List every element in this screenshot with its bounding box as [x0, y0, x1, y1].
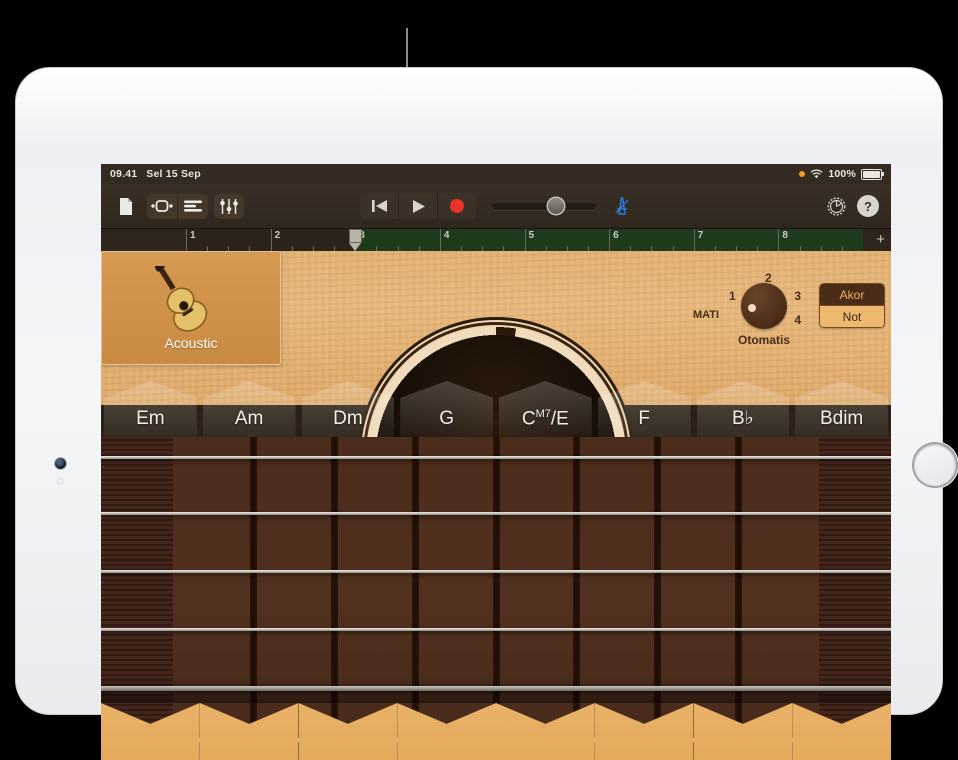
chord-button-dm[interactable]: Dm: [299, 381, 398, 437]
loop-browser-button[interactable]: [147, 194, 177, 219]
autoplay-knob[interactable]: [741, 283, 787, 329]
chord-label: Em: [136, 408, 165, 430]
chord-label: Am: [235, 408, 264, 430]
view-toggle-group: [147, 194, 208, 219]
app-screen: 09.41 Sel 15 Sep 100%: [101, 164, 891, 760]
gear-icon[interactable]: [826, 196, 847, 217]
autoplay-caption: Otomatis: [738, 333, 790, 347]
chord-label: Bdim: [820, 408, 863, 430]
microphone-in-use-indicator-icon: [799, 171, 805, 177]
chord-label: Dm: [333, 408, 363, 430]
loop-browser-icon: [151, 199, 173, 213]
guitar-string-4[interactable]: [101, 628, 891, 631]
chord-label: B♭: [732, 407, 754, 430]
fx-sliders-icon: [219, 198, 239, 215]
chord-button-b[interactable]: B♭: [694, 381, 793, 437]
timeline-ruler[interactable]: 12345678 +: [101, 229, 891, 251]
chord-column-bottom: [694, 703, 793, 760]
rewind-button[interactable]: [360, 193, 398, 219]
play-button[interactable]: [398, 193, 437, 219]
document-icon: [118, 197, 134, 216]
add-section-button[interactable]: +: [876, 232, 885, 247]
acoustic-guitar-icon: [155, 266, 227, 332]
autoplay-position-4[interactable]: 4: [794, 313, 801, 327]
play-icon: [411, 199, 426, 214]
chord-area-bottom-edge: [101, 703, 891, 760]
status-bar: 09.41 Sel 15 Sep 100%: [101, 164, 891, 184]
chord-button-g[interactable]: G: [397, 381, 496, 437]
home-button[interactable]: [914, 444, 956, 486]
track-view-icon: [183, 199, 203, 213]
guitar-string-3[interactable]: [101, 570, 891, 573]
chord-column-bottom: [299, 703, 398, 760]
guitar-string-1[interactable]: [101, 456, 891, 459]
ruler-track[interactable]: 12345678: [186, 229, 863, 251]
autoplay-position-2[interactable]: 2: [765, 271, 772, 285]
mode-switch: Akor Not: [819, 283, 885, 328]
autoplay-position-3[interactable]: 3: [794, 289, 801, 303]
instrument-area: Acoustic 1 2 3 4 MATI Otomatis: [101, 251, 891, 760]
chord-button-am[interactable]: Am: [200, 381, 299, 437]
record-button[interactable]: [437, 193, 476, 219]
rewind-icon: [371, 199, 388, 213]
instrument-name-label: Acoustic: [165, 335, 218, 351]
chord-label: F: [638, 408, 650, 430]
volume-slider-thumb[interactable]: [548, 198, 564, 214]
help-button[interactable]: ?: [857, 195, 879, 217]
mode-switch-chords[interactable]: Akor: [820, 284, 884, 305]
chord-column-bottom: [595, 703, 694, 760]
autoplay-position-1[interactable]: 1: [729, 289, 736, 303]
chord-column-bottom: [101, 703, 200, 760]
master-volume-slider[interactable]: [492, 203, 596, 210]
chord-label: CM7/E: [522, 408, 569, 430]
chord-column-bottom: [397, 703, 496, 760]
chord-button-bdim[interactable]: Bdim: [792, 381, 891, 437]
guitar-string-2[interactable]: [101, 512, 891, 515]
bottom-shadow: [101, 677, 891, 703]
ipad-device-frame: 09.41 Sel 15 Sep 100%: [16, 68, 942, 714]
chord-column-bottom: [792, 703, 891, 760]
chord-button-ce[interactable]: CM7/E: [496, 381, 595, 437]
mode-switch-notes[interactable]: Not: [820, 305, 884, 327]
front-camera-icon: [55, 458, 66, 469]
metronome-icon[interactable]: [612, 196, 632, 216]
document-button[interactable]: [111, 194, 141, 219]
fx-button[interactable]: [214, 194, 244, 219]
chord-column-bottom: [200, 703, 299, 760]
battery-full-icon: [861, 169, 882, 180]
record-icon: [449, 198, 465, 214]
track-view-button[interactable]: [177, 194, 208, 219]
status-date: Sel 15 Sep: [146, 168, 201, 180]
status-time: 09.41: [110, 168, 137, 180]
chord-button-em[interactable]: Em: [101, 381, 200, 437]
ambient-light-sensor-icon: [57, 478, 64, 485]
battery-percent-label: 100%: [828, 168, 856, 180]
chord-button-f[interactable]: F: [595, 381, 694, 437]
chord-column-bottom: [496, 703, 595, 760]
chord-strip: Em Am Dm G CM7/E F B♭ Bdim: [101, 381, 891, 437]
transport-controls: [360, 193, 476, 219]
autoplay-off-label[interactable]: MATI: [693, 309, 719, 321]
wifi-icon: [810, 169, 823, 179]
chord-label: G: [439, 408, 454, 430]
autoplay-knob-indicator: [748, 304, 756, 312]
autoplay-control: 1 2 3 4 MATI Otomatis: [705, 269, 823, 373]
playhead[interactable]: [349, 229, 362, 251]
instrument-selector-card[interactable]: Acoustic: [101, 251, 281, 365]
screenshot-root: 09.41 Sel 15 Sep 100%: [0, 0, 958, 734]
main-toolbar: ?: [101, 184, 891, 229]
